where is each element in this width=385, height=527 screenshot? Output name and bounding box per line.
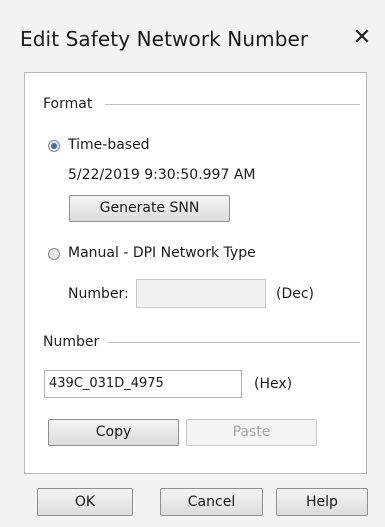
dec-unit-label: (Dec) (276, 286, 315, 302)
ok-button[interactable]: OK (37, 488, 133, 516)
number-dec-input[interactable] (136, 279, 266, 308)
dialog-content-panel: Format Time-based 5/22/2019 9:30:50.997 … (24, 72, 367, 474)
number-group-label: Number (43, 334, 100, 350)
paste-button[interactable]: Paste (186, 419, 317, 446)
copy-button[interactable]: Copy (48, 419, 179, 446)
number-group-divider (107, 342, 360, 343)
radio-checked-icon[interactable] (48, 140, 60, 152)
time-based-label[interactable]: Time-based (68, 137, 150, 153)
hex-unit-label: (Hex) (254, 376, 293, 392)
snn-hex-field[interactable]: 439C_031D_4975 (44, 370, 242, 398)
format-group-label: Format (43, 96, 93, 112)
timestamp-value: 5/22/2019 9:30:50.997 AM (68, 167, 256, 183)
help-button[interactable]: Help (276, 488, 368, 516)
cancel-button[interactable]: Cancel (160, 488, 263, 516)
manual-dpi-label[interactable]: Manual - DPI Network Type (68, 245, 256, 261)
generate-snn-button[interactable]: Generate SNN (69, 195, 230, 222)
number-dec-label: Number: (68, 286, 129, 302)
dialog-title: Edit Safety Network Number (20, 27, 309, 51)
radio-unchecked-icon[interactable] (48, 248, 60, 260)
close-icon[interactable]: ✕ (348, 24, 376, 52)
format-group-divider (105, 104, 360, 105)
